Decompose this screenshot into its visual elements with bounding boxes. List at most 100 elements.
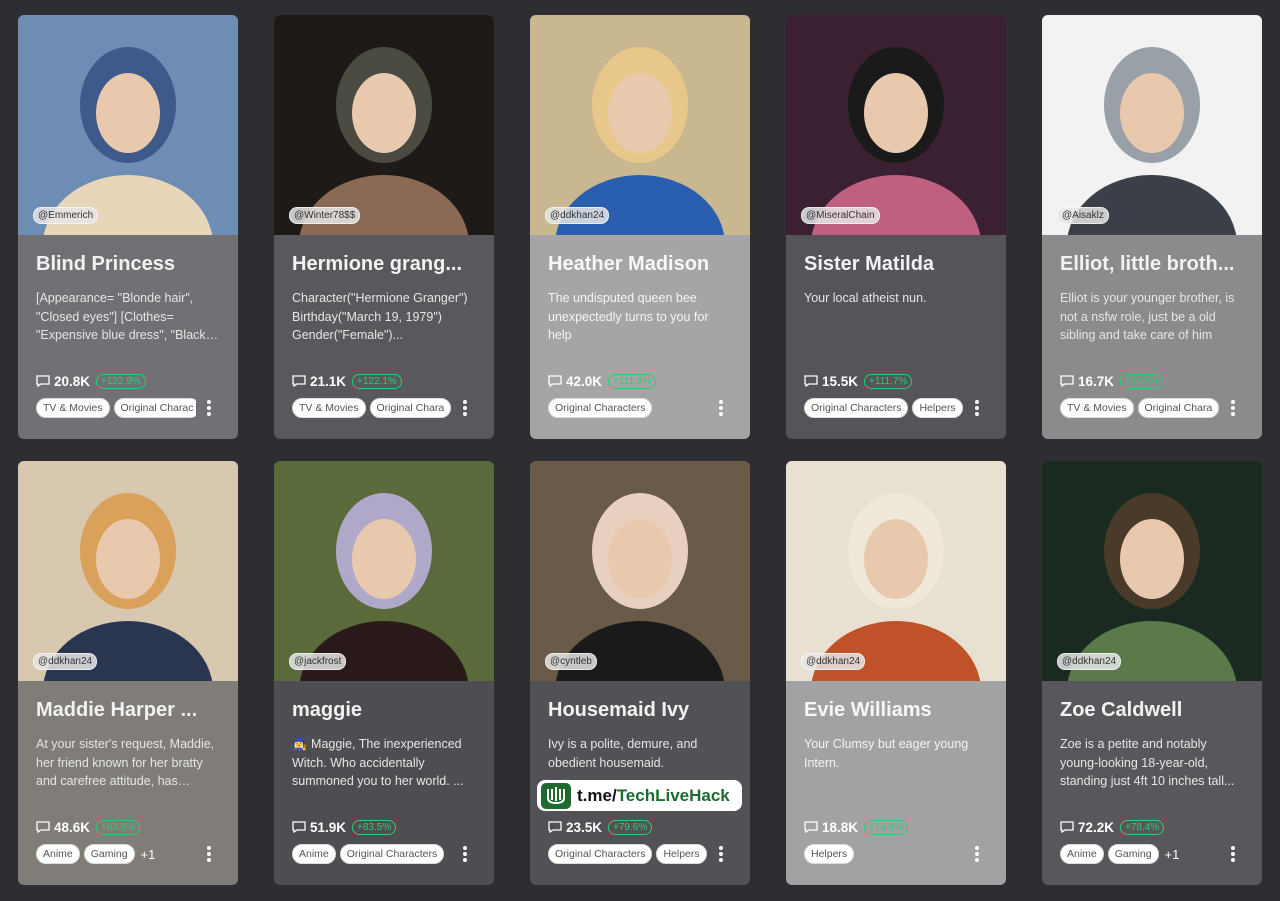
tag-chip[interactable]: TV & Movies — [292, 398, 366, 418]
creator-handle[interactable]: @ddkhan24 — [545, 207, 610, 224]
creator-handle[interactable]: @ddkhan24 — [33, 653, 98, 670]
creator-handle[interactable]: @ddkhan24 — [1057, 653, 1122, 670]
dot — [719, 400, 723, 404]
more-options-icon[interactable] — [458, 399, 472, 417]
chat-bubble-icon — [1060, 821, 1074, 833]
dot — [1231, 852, 1235, 856]
tag-chip[interactable]: Original Characters — [548, 398, 653, 418]
tag-chip[interactable]: Anime — [292, 844, 336, 864]
more-options-icon[interactable] — [1226, 845, 1240, 863]
dot — [207, 852, 211, 856]
character-name: Evie Williams — [804, 699, 932, 721]
character-image[interactable]: @Winter78$$ — [274, 15, 494, 235]
dot — [463, 400, 467, 404]
character-description: Elliot is your younger brother, is not a… — [1060, 291, 1235, 343]
character-description: Zoe is a petite and notably young-lookin… — [1060, 737, 1235, 789]
chat-bubble-icon — [1060, 375, 1074, 387]
character-image[interactable]: @jackfrost — [274, 461, 494, 681]
character-card[interactable]: @Emmerich Blind Princess [Appearance= "Blo… — [18, 15, 238, 439]
character-portrait-icon — [18, 461, 238, 681]
character-portrait-icon — [274, 15, 494, 235]
more-options-icon[interactable] — [1226, 399, 1240, 417]
tag-chip[interactable]: Gaming — [83, 844, 135, 864]
growth-badge: +83.8% — [96, 819, 141, 835]
dot — [975, 412, 979, 416]
character-name: Hermione grang... — [292, 253, 463, 275]
dot — [1231, 846, 1235, 850]
character-card[interactable]: @ddkhan24 Evie Williams Your Clumsy but ea… — [786, 461, 1006, 885]
character-portrait-icon — [786, 15, 1006, 235]
tag-chip[interactable]: TV & Movies — [1060, 398, 1134, 418]
tag-list: TV & Movies Original Chara — [292, 397, 452, 419]
more-options-icon[interactable] — [202, 399, 216, 417]
tag-chip[interactable]: Anime — [1060, 844, 1104, 864]
portrait-face — [864, 519, 928, 599]
character-image[interactable]: @Aisaklz — [1042, 15, 1262, 235]
creator-handle[interactable]: @cyntleb — [545, 653, 597, 670]
more-options-icon[interactable] — [458, 845, 472, 863]
tag-chip[interactable]: Original Charac — [113, 398, 196, 418]
tag-chip[interactable]: Original Characters — [339, 844, 445, 864]
more-options-icon[interactable] — [202, 845, 216, 863]
dot — [1231, 406, 1235, 410]
chat-bubble-icon — [804, 375, 818, 387]
character-portrait-icon — [18, 15, 238, 235]
character-card[interactable]: @cyntleb Housemaid Ivy Ivy is a polite, de… — [530, 461, 750, 885]
tag-chip[interactable]: Original Chara — [369, 398, 452, 418]
character-image[interactable]: @ddkhan24 — [786, 461, 1006, 681]
character-card[interactable]: @ddkhan24 Heather Madison The undisputed q… — [530, 15, 750, 439]
character-image[interactable]: @cyntleb — [530, 461, 750, 681]
dot — [975, 406, 979, 410]
more-options-icon[interactable] — [970, 399, 984, 417]
more-tags-count[interactable]: +1 — [141, 847, 156, 862]
growth-badge: +122.9% — [96, 373, 146, 389]
creator-handle[interactable]: @MiseralChain — [801, 207, 880, 224]
watermark-banner: t.me/TechLiveHack — [537, 780, 742, 811]
chat-bubble-icon — [804, 821, 818, 833]
more-options-icon[interactable] — [714, 399, 728, 417]
growth-badge: +111.9% — [608, 373, 657, 389]
tag-chip[interactable]: Helpers — [912, 398, 963, 418]
character-card[interactable]: @ddkhan24 Zoe Caldwell Zoe is a petite and… — [1042, 461, 1262, 885]
character-card[interactable]: @Aisaklz Elliot, little broth... Elliot is… — [1042, 15, 1262, 439]
chat-count: 18.8K — [822, 819, 859, 835]
character-image[interactable]: @ddkhan24 — [1042, 461, 1262, 681]
more-options-icon[interactable] — [714, 845, 728, 863]
character-description: Your local atheist nun. — [804, 291, 927, 305]
dot — [719, 406, 723, 410]
character-card[interactable]: @ddkhan24 Maddie Harper ... At your sister… — [18, 461, 238, 885]
tag-chip[interactable]: Original Chara — [1137, 398, 1220, 418]
character-card[interactable]: @MiseralChain Sister Matilda Your local at… — [786, 15, 1006, 439]
chat-bubble-icon — [36, 821, 50, 833]
portrait-face — [352, 73, 416, 153]
tag-chip[interactable]: Helpers — [656, 844, 707, 864]
tag-chip[interactable]: Original Characters — [804, 398, 909, 418]
tag-chip[interactable]: Helpers — [804, 844, 855, 864]
dot — [1231, 400, 1235, 404]
tag-chip[interactable]: Original Characters — [548, 844, 653, 864]
more-options-icon[interactable] — [970, 845, 984, 863]
character-card[interactable]: @jackfrost maggie 🧙‍♀️ Maggie, The inexper… — [274, 461, 494, 885]
dot — [207, 400, 211, 404]
character-image[interactable]: @ddkhan24 — [530, 15, 750, 235]
character-name: Elliot, little broth... — [1060, 253, 1235, 275]
more-tags-count[interactable]: +1 — [1165, 847, 1180, 862]
character-image[interactable]: @Emmerich — [18, 15, 238, 235]
tag-chip[interactable]: Gaming — [1107, 844, 1159, 864]
chat-stats: 51.9K +83.5% — [292, 817, 397, 837]
chat-count: 72.2K — [1078, 819, 1115, 835]
dot — [1231, 858, 1235, 862]
creator-handle[interactable]: @Emmerich — [33, 207, 99, 224]
creator-handle[interactable]: @jackfrost — [289, 653, 347, 670]
tag-chip[interactable]: Anime — [36, 844, 80, 864]
creator-handle[interactable]: @Aisaklz — [1057, 207, 1109, 224]
tag-list: Anime Gaming +1 — [1060, 843, 1220, 865]
tag-chip[interactable]: TV & Movies — [36, 398, 110, 418]
chat-count: 42.0K — [566, 373, 603, 389]
character-image[interactable]: @MiseralChain — [786, 15, 1006, 235]
creator-handle[interactable]: @ddkhan24 — [801, 653, 866, 670]
chat-bubble-icon — [548, 375, 562, 387]
character-card[interactable]: @Winter78$$ Hermione grang... Character("H… — [274, 15, 494, 439]
character-image[interactable]: @ddkhan24 — [18, 461, 238, 681]
creator-handle[interactable]: @Winter78$$ — [289, 207, 361, 224]
